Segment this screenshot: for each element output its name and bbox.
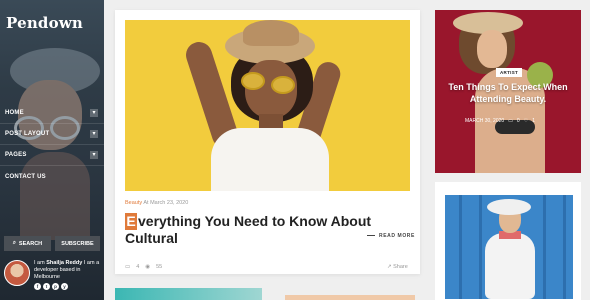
side-post-card[interactable]: ARTIST Ten Things To Expect When Attendi…: [435, 10, 581, 173]
pinterest-icon[interactable]: p: [52, 283, 59, 290]
side-post-meta: MARCH 30, 2020 ▭ 0 ♡ 1: [465, 118, 555, 124]
author-name: Shailja Reddy: [46, 260, 83, 266]
post-category-link[interactable]: Beauty: [125, 200, 142, 206]
social-links: f t p y: [34, 283, 100, 290]
side-post-likes: 1: [532, 118, 535, 124]
post-card: [435, 182, 581, 300]
read-more-link[interactable]: READ MORE: [367, 233, 415, 239]
nav-item-label: HOME: [5, 110, 24, 116]
search-icon: ⌕: [12, 240, 16, 246]
bio-prefix: I am: [34, 260, 47, 266]
comment-icon: ▭: [508, 118, 513, 124]
main-nav: HOME ▾ POST LAYOUT ▾ PAGES ▾ CONTACT US: [0, 103, 104, 187]
nav-item-post-layout[interactable]: POST LAYOUT ▾: [0, 124, 104, 145]
subscribe-button[interactable]: SUBSCRIBE: [55, 236, 100, 251]
comment-count: 4: [136, 264, 140, 270]
post-title-dropcap: E: [125, 213, 137, 230]
side-post-title[interactable]: Ten Things To Expect When Attending Beau…: [441, 81, 575, 105]
eye-icon: ◉: [145, 264, 151, 270]
comment-icon: ▭: [125, 264, 131, 270]
nav-item-pages[interactable]: PAGES ▾: [0, 145, 104, 166]
subscribe-button-label: SUBSCRIBE: [61, 240, 94, 247]
share-icon: ↗: [387, 264, 392, 270]
post-thumbnail[interactable]: [445, 195, 573, 299]
chevron-down-icon[interactable]: ▾: [90, 109, 98, 117]
twitter-icon[interactable]: t: [43, 283, 50, 290]
heart-icon: ♡: [523, 118, 529, 124]
view-count: 55: [156, 264, 163, 270]
share-label: Share: [393, 264, 408, 270]
nav-item-contact-us[interactable]: CONTACT US: [0, 166, 104, 187]
side-post-comments: 0: [516, 118, 520, 124]
share-button[interactable]: ↗ Share: [387, 264, 408, 270]
chevron-down-icon[interactable]: ▾: [90, 151, 98, 159]
author-about: I am Shailja Reddy I am a developer base…: [4, 260, 100, 290]
featured-post-image[interactable]: [125, 20, 410, 191]
post-title[interactable]: Everything You Need to Know About Cultur…: [125, 213, 385, 247]
nav-item-label: CONTACT US: [5, 173, 46, 180]
sidebar: Pendown HOME ▾ POST LAYOUT ▾ PAGES ▾ CON…: [0, 0, 104, 300]
featured-post-card: Beauty At March 23, 2020 Everything You …: [115, 10, 420, 274]
facebook-icon[interactable]: f: [34, 283, 41, 290]
post-title-text: verything You Need to Know About Cultura…: [125, 213, 372, 246]
side-post-date: MARCH 30, 2020: [465, 118, 505, 124]
nav-item-label: POST LAYOUT: [5, 131, 50, 137]
author-bio: I am Shailja Reddy I am a developer base…: [34, 260, 100, 290]
nav-item-label: PAGES: [5, 152, 27, 158]
chevron-down-icon[interactable]: ▾: [90, 130, 98, 138]
category-badge[interactable]: ARTIST: [496, 68, 523, 77]
post-thumbnail[interactable]: [115, 288, 262, 300]
post-date: At March 23, 2020: [143, 200, 189, 206]
search-button[interactable]: ⌕ SEARCH: [4, 236, 51, 251]
youtube-icon[interactable]: y: [61, 283, 68, 290]
search-button-label: SEARCH: [18, 240, 43, 247]
nav-item-home[interactable]: HOME ▾: [0, 103, 104, 124]
site-logo[interactable]: Pendown: [6, 14, 83, 32]
post-meta: Beauty At March 23, 2020: [125, 200, 188, 206]
post-thumbnail[interactable]: [285, 295, 415, 300]
post-stats: ▭ 4 ◉ 55: [125, 264, 162, 270]
sidebar-actions: ⌕ SEARCH SUBSCRIBE: [4, 236, 100, 251]
avatar: [4, 260, 30, 286]
